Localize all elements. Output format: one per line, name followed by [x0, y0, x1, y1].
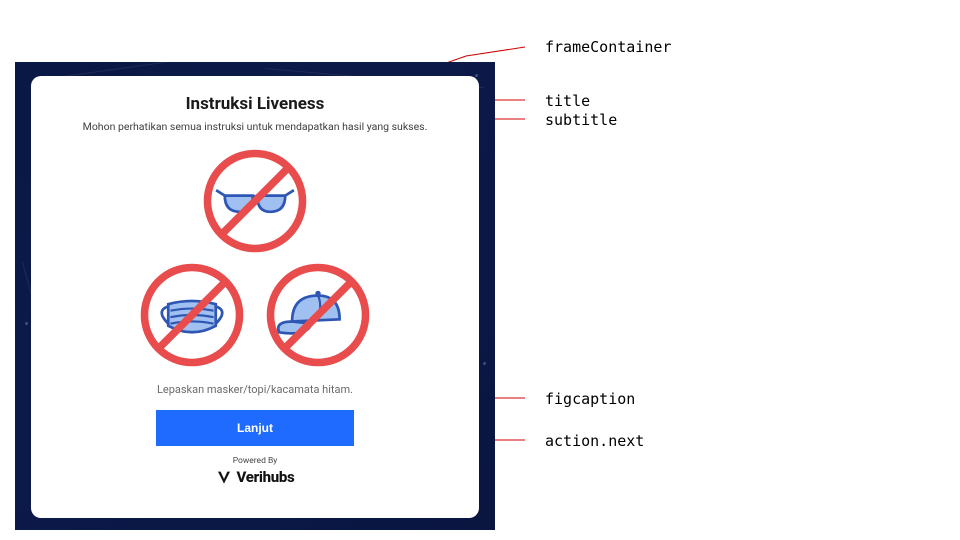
annotation-label-title: title — [545, 92, 590, 110]
next-button[interactable]: Lanjut — [156, 410, 354, 446]
page-subtitle: Mohon perhatikan semua instruksi untuk m… — [83, 120, 428, 133]
brand-logo-icon — [216, 469, 232, 485]
figure-caption: Lepaskan masker/topi/kacamata hitam. — [157, 383, 353, 396]
powered-by-label: Powered By — [233, 456, 278, 466]
no-mask-icon — [138, 261, 246, 369]
annotation-label-action-next: action.next — [545, 432, 644, 450]
page-root: frameContainer title subtitle figcaption… — [0, 0, 960, 540]
icon-row-2 — [138, 261, 372, 369]
annotation-label-frameContainer: frameContainer — [545, 38, 671, 56]
frame-container: Instruksi Liveness Mohon perhatikan semu… — [15, 62, 495, 530]
brand: Verihubs — [216, 468, 295, 486]
page-title: Instruksi Liveness — [186, 94, 325, 114]
annotation-label-figcaption: figcaption — [545, 390, 635, 408]
brand-name: Verihubs — [237, 468, 295, 486]
no-sunglasses-icon — [201, 147, 309, 255]
no-cap-icon — [264, 261, 372, 369]
instruction-illustration — [138, 147, 372, 369]
annotation-label-subtitle: subtitle — [545, 111, 617, 129]
liveness-instruction-card: Instruksi Liveness Mohon perhatikan semu… — [31, 76, 479, 518]
icon-row-1 — [201, 147, 309, 255]
